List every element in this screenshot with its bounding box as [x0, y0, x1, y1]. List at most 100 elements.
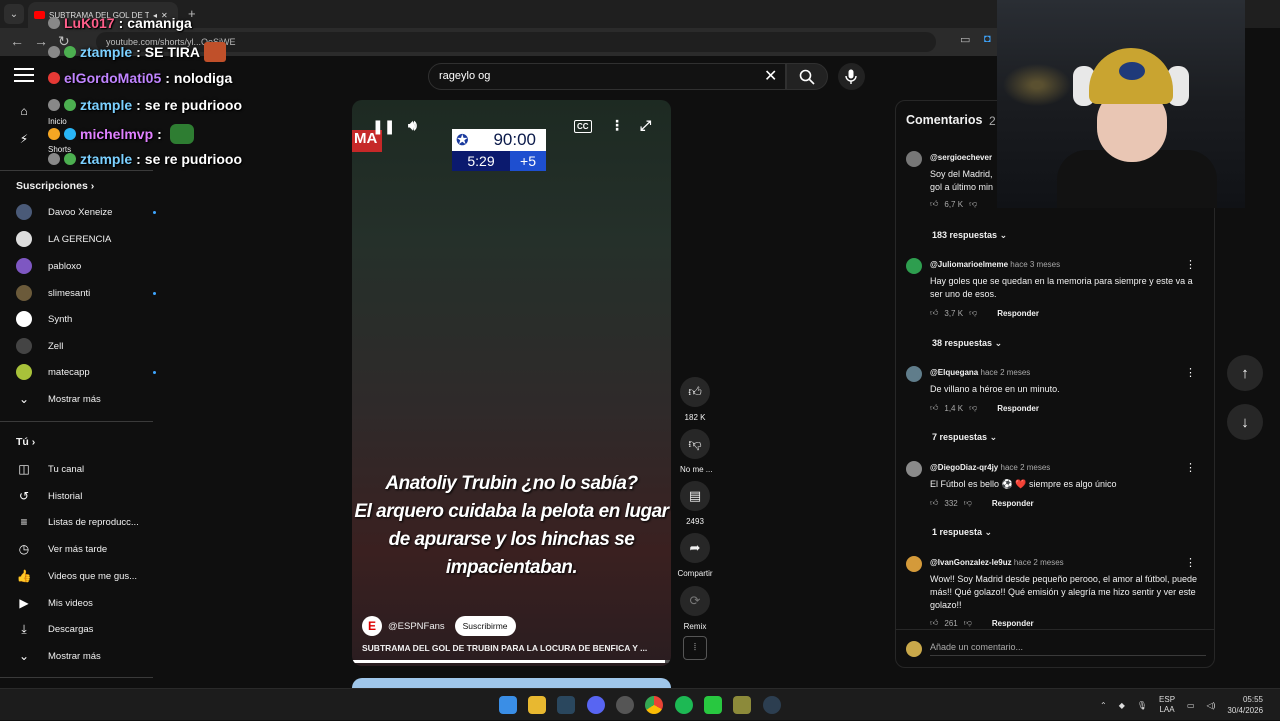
volume-icon[interactable]: ◁) — [1207, 701, 1216, 710]
dislike-button[interactable]: 👎︎ No me ... — [680, 429, 712, 474]
like-button[interactable]: 👍︎ 182 K — [680, 377, 710, 422]
sidebar-item-sub[interactable]: slimesanti — [16, 280, 156, 306]
app-icon[interactable] — [763, 696, 781, 714]
tab-search-button[interactable]: ⌄ — [4, 4, 24, 24]
cast-icon[interactable]: ▭ — [960, 33, 970, 46]
back-icon[interactable]: ← — [10, 33, 24, 49]
remix-button[interactable]: ⟳ Remix — [680, 586, 710, 631]
network-icon[interactable]: ▭ — [1187, 701, 1195, 710]
chrome-icon[interactable] — [645, 696, 663, 714]
sidebar-item-sub[interactable]: LA GERENCIA — [16, 226, 156, 252]
forward-icon[interactable]: → — [34, 33, 48, 49]
volume-icon[interactable]: 🔊︎ — [408, 117, 417, 134]
discord-icon[interactable] — [587, 696, 605, 714]
more-icon[interactable]: ⋮ — [1185, 258, 1196, 271]
replies-toggle[interactable]: 183 respuestas ⌄ — [932, 230, 1007, 241]
more-icon[interactable]: ⋮ — [1185, 461, 1196, 474]
replies-toggle[interactable]: 38 respuestas ⌄ — [932, 338, 1002, 349]
microphone-icon[interactable]: 🎙︎ — [1137, 701, 1147, 710]
subscribe-button[interactable]: Suscribirme — [454, 616, 516, 636]
add-comment-field[interactable]: Añade un comentario... — [906, 639, 1206, 659]
previous-short-button[interactable]: ↑ — [1227, 355, 1263, 391]
more-icon[interactable]: ⋮ — [1185, 556, 1196, 569]
search-button[interactable] — [786, 63, 828, 90]
progress-bar[interactable] — [352, 660, 671, 663]
menu-icon[interactable] — [14, 68, 34, 84]
replies-toggle[interactable]: 7 respuestas ⌄ — [932, 432, 997, 443]
comment-author[interactable]: @IvanGonzalez-le9uz — [930, 558, 1012, 567]
language-indicator[interactable]: ESP LAA — [1159, 695, 1175, 715]
video-title[interactable]: SUBTRAMA DEL GOL DE TRUBIN PARA LA LOCUR… — [362, 643, 662, 653]
sidebar-item-sub[interactable]: Zell — [16, 333, 156, 359]
spotify-icon[interactable] — [675, 696, 693, 714]
like-icon[interactable]: 👍︎ — [930, 199, 938, 209]
like-icon[interactable]: 👍︎ — [930, 498, 938, 508]
sidebar-item-sub[interactable]: Davoo Xeneize — [16, 199, 156, 225]
channel-avatar[interactable]: E — [362, 616, 382, 636]
next-short-preview[interactable] — [352, 678, 671, 688]
reply-button[interactable]: Responder — [992, 499, 1034, 508]
like-icon[interactable]: 👍︎ — [930, 618, 938, 628]
windows-start-icon[interactable] — [499, 696, 517, 714]
shorts-video-player[interactable]: MA ❚❚ 🔊︎ CC ⋮ ⤢ ✪ 90:00 5:29 +5 Anatoliy T… — [352, 100, 671, 666]
clock[interactable]: 05:55 30/4/2026 — [1227, 694, 1263, 716]
search-input[interactable]: rageylo og — [428, 63, 786, 90]
dislike-icon[interactable]: 👎︎ — [969, 403, 977, 413]
clear-search-icon[interactable]: ✕ — [764, 66, 777, 86]
comment-author[interactable]: @Juliomarioelmeme — [930, 260, 1008, 269]
dislike-icon[interactable]: 👎︎ — [969, 199, 977, 209]
sidebar-item-liked[interactable]: 👍 Videos que me gus... — [16, 563, 156, 589]
audio-track-icon[interactable]: ⦙ — [683, 636, 707, 660]
comment-author[interactable]: @sergioechever — [930, 153, 992, 162]
replies-toggle[interactable]: 1 respuesta ⌄ — [932, 527, 992, 538]
dislike-icon[interactable]: 👎︎ — [964, 618, 972, 628]
captions-icon[interactable]: CC — [574, 120, 592, 133]
reply-button[interactable]: Responder — [992, 619, 1034, 628]
sidebar-item-history[interactable]: ↺ Historial — [16, 483, 156, 509]
like-icon[interactable]: 👍︎ — [930, 308, 938, 318]
channel-name[interactable]: @ESPNFans — [388, 621, 445, 632]
avatar[interactable] — [906, 258, 922, 274]
added-time: +5 — [510, 151, 546, 171]
sidebar-item-sub[interactable]: pabloxo — [16, 253, 156, 279]
avatar[interactable] — [906, 461, 922, 477]
reply-button[interactable]: Responder — [997, 309, 1039, 318]
chevron-up-icon[interactable]: ⌃ — [1100, 701, 1107, 710]
dislike-icon[interactable]: 👎︎ — [964, 498, 972, 508]
comment-author[interactable]: @DiegoDiaz-qr4jy — [930, 463, 998, 472]
sidebar-item-watch-later[interactable]: ◷ Ver más tarde — [16, 536, 156, 562]
like-count: 6,7 K — [944, 199, 964, 209]
avatar[interactable] — [906, 366, 922, 382]
like-icon[interactable]: 👍︎ — [930, 403, 938, 413]
comment-author[interactable]: @Elquegana — [930, 368, 978, 377]
sidebar-item-my-videos[interactable]: ▶ Mis videos — [16, 590, 156, 616]
file-explorer-icon[interactable] — [528, 696, 546, 714]
steam-icon[interactable] — [557, 696, 575, 714]
minecraft-icon[interactable] — [733, 696, 751, 714]
shield-icon[interactable]: ◆ — [1119, 701, 1125, 710]
sidebar-item-your-channel[interactable]: ◫ Tu canal — [16, 456, 156, 482]
subs-show-more[interactable]: ⌄ Mostrar más — [16, 386, 156, 412]
obs-icon[interactable] — [616, 696, 634, 714]
sidebar-item-playlists[interactable]: ≡ Listas de reproducc... — [16, 509, 156, 535]
subscriptions-heading[interactable]: Suscripciones › — [16, 180, 94, 192]
share-button[interactable]: ➦ Compartir — [676, 533, 714, 578]
avatar[interactable] — [906, 556, 922, 572]
comments-button[interactable]: ▤ 2493 — [680, 481, 710, 526]
you-heading[interactable]: Tú › — [16, 436, 35, 448]
voice-search-button[interactable] — [838, 63, 865, 90]
you-show-more[interactable]: ⌄ Mostrar más — [16, 643, 156, 669]
avatar[interactable] — [906, 151, 922, 167]
more-icon[interactable]: ⋮ — [1185, 366, 1196, 379]
dislike-icon[interactable]: 👎︎ — [969, 308, 977, 318]
reply-button[interactable]: Responder — [997, 404, 1039, 413]
sidebar-item-sub[interactable]: matecapp — [16, 359, 156, 385]
fullscreen-icon[interactable]: ⤢ — [640, 117, 651, 134]
pause-icon[interactable]: ❚❚ — [372, 118, 395, 135]
extension-icon[interactable]: ◘ — [984, 33, 991, 45]
kick-icon[interactable] — [704, 696, 722, 714]
sidebar-item-downloads[interactable]: ⤓ Descargas — [16, 616, 156, 642]
sidebar-item-sub[interactable]: Synth — [16, 306, 156, 332]
next-short-button[interactable]: ↓ — [1227, 404, 1263, 440]
more-options-icon[interactable]: ⋮ — [610, 117, 624, 134]
